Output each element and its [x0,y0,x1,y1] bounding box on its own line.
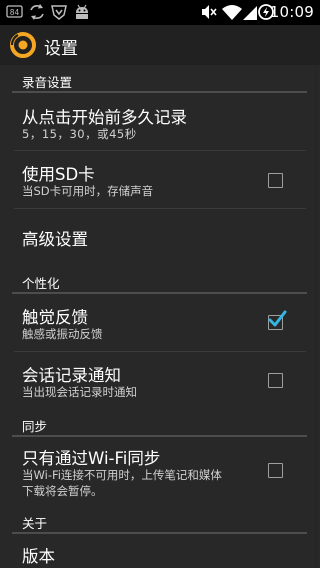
wifi-icon [222,4,242,20]
row-divider [14,351,306,352]
setting-use-sd-summary: 当SD卡可用时，存储声音 [22,184,154,198]
status-bar: 84 10:09 [0,0,320,25]
section-divider [12,532,307,534]
setting-wifi-sync-title: 只有通过Wi-Fi同步 [22,449,161,468]
android-icon [73,4,91,20]
setting-wifi-sync-summary-line2: 下载将会暂停。 [22,484,103,498]
setting-start-time-title: 从点击开始前多久记录 [22,108,187,127]
mute-icon [201,4,217,20]
setting-haptic-title: 触觉反馈 [22,308,88,327]
setting-haptic-summary: 触感或振动反馈 [22,327,103,341]
browser-icon [50,4,68,20]
row-divider [14,150,306,151]
section-divider [12,435,307,437]
status-time: 10:09 [269,3,314,21]
settings-list[interactable]: 录音设置 从点击开始前多久记录 5，15，30，或45秒 使用SD卡 当SD卡可… [0,65,320,568]
checkmark-icon [268,310,287,327]
app-logo-icon[interactable] [10,32,36,58]
use-sd-checkbox[interactable] [268,173,283,188]
sync-icon [28,4,46,20]
setting-start-time-summary: 5，15，30，或45秒 [22,127,137,141]
section-divider [12,91,307,93]
section-header-sync: 同步 [22,419,48,434]
setting-wifi-sync-summary-line1: 当Wi-Fi连接不可用时，上传笔记和媒体 [22,468,222,482]
wifi-sync-checkbox[interactable] [268,463,283,478]
row-divider [14,208,306,209]
setting-use-sd-title: 使用SD卡 [22,165,95,184]
page-title: 设置 [44,39,78,59]
haptic-checkbox[interactable] [268,310,287,330]
section-header-personalize: 个性化 [22,276,60,291]
scrollbar[interactable] [315,65,318,568]
section-header-recording: 录音设置 [22,75,73,90]
section-divider [12,292,307,294]
setting-notify-summary: 当出现会话记录时通知 [22,385,137,399]
setting-version-title: 版本 [22,547,55,566]
notify-checkbox[interactable] [268,373,283,388]
setting-advanced-title: 高级设置 [22,230,88,249]
section-header-about: 关于 [22,516,48,531]
signal-icon [243,4,257,20]
action-bar: 设置 [0,25,320,65]
setting-notify-title: 会话记录通知 [22,366,121,385]
notification-badge-text: 84 [10,8,20,17]
notification-count-icon: 84 [6,4,24,20]
